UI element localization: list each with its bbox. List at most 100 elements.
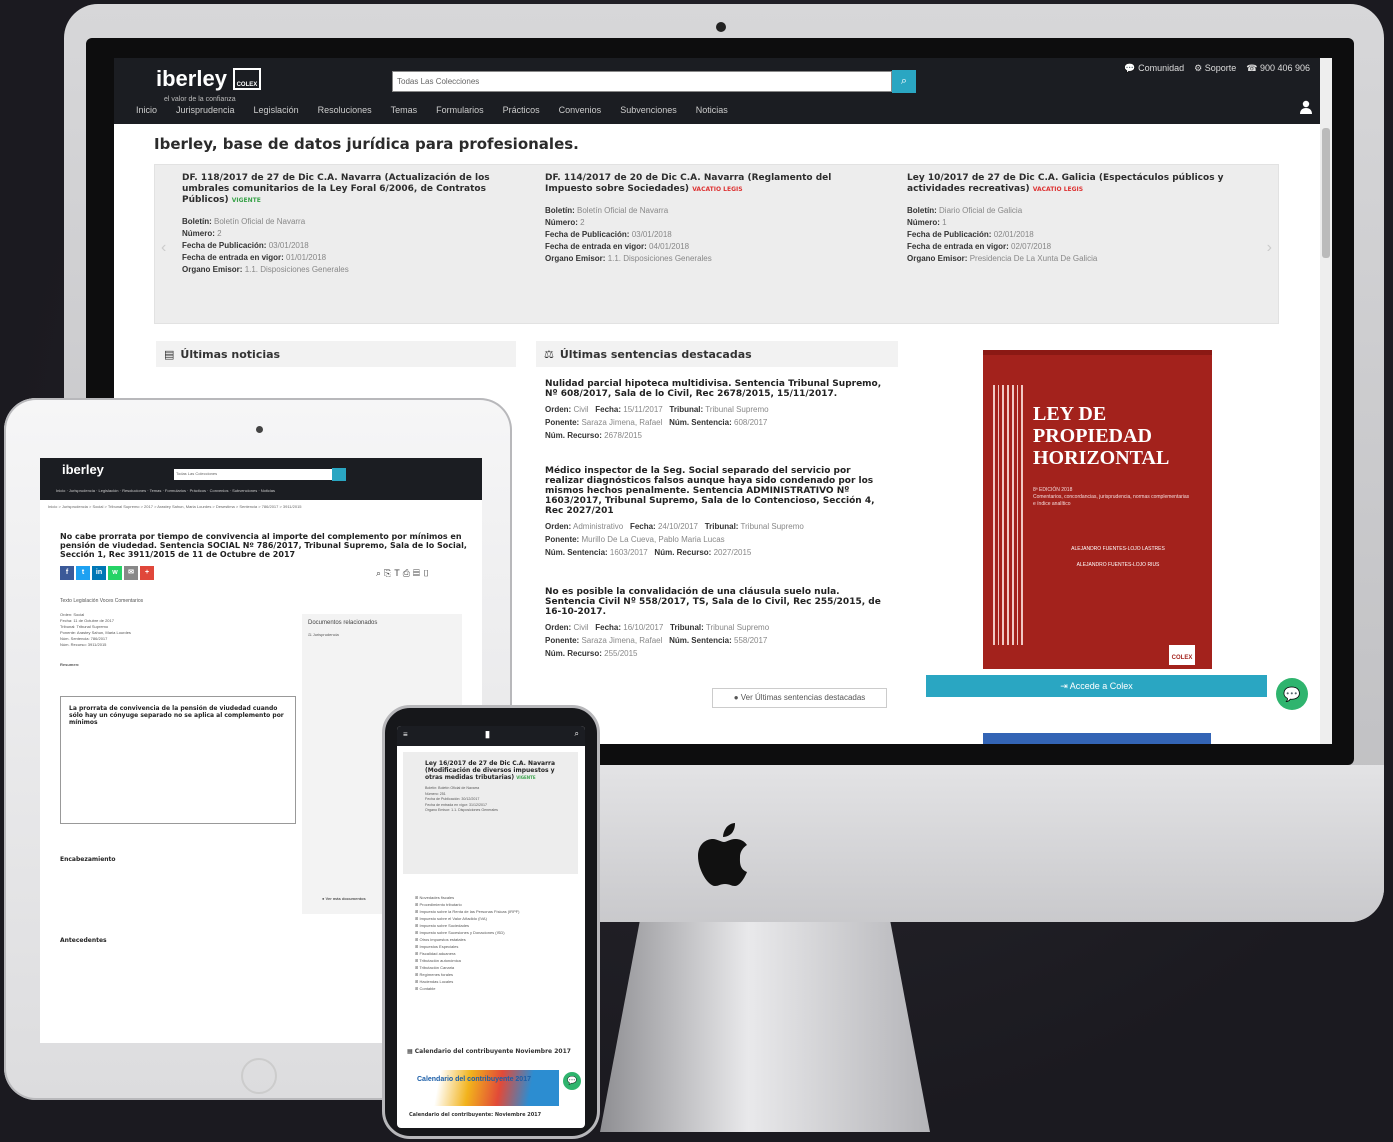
phone-link[interactable]: ☎ 900 406 906 — [1246, 63, 1310, 74]
topic-item[interactable]: ⊞ Tributación autonómica — [415, 957, 578, 964]
card-fecha-vigor: Fecha de entrada en vigor: 04/01/2018 — [545, 242, 690, 251]
carousel-card[interactable]: DF. 118/2017 de 27 de Dic C.A. Navarra (… — [182, 173, 502, 276]
topic-item[interactable]: ⊞ Impuesto sobre Sociedades — [415, 922, 578, 929]
phone-search-icon[interactable]: ⌕ — [575, 729, 579, 739]
tablet-nav-item[interactable]: Resoluciones — [122, 488, 146, 493]
nav-item-convenios[interactable]: Convenios — [559, 105, 602, 115]
nav-item-inicio[interactable]: Inicio — [136, 105, 157, 115]
tablet-nav-item[interactable]: Jurisprudencia — [69, 488, 95, 493]
tablet-search-input[interactable]: Todas Las Colecciones — [174, 469, 332, 480]
nav-item-legislacion[interactable]: Legislación — [254, 105, 299, 115]
topic-item[interactable]: ⊞ Fiscalidad aduanera — [415, 950, 578, 957]
ruling-row3: Núm. Sentencia: 1603/2017 Núm. Recurso: … — [545, 548, 752, 557]
search-button[interactable]: ⌕ — [892, 70, 916, 93]
carousel-prev-icon[interactable]: ‹ — [161, 239, 166, 257]
ruling-title[interactable]: Médico inspector de la Seg. Social separ… — [545, 466, 885, 516]
carousel-next-icon[interactable]: › — [1267, 239, 1272, 257]
zoom-icon[interactable]: ⌕ — [376, 568, 384, 578]
calendar-image[interactable]: Calendario del contribuyente 2017 — [409, 1070, 559, 1106]
search-input[interactable]: Todas Las Colecciones — [392, 71, 892, 92]
support-label: Soporte — [1204, 63, 1237, 73]
document-tabs[interactable]: Texto Legislación Voces Comentarios — [60, 598, 143, 604]
phone-carousel-card[interactable]: Ley 16/2017 de 27 de Dic C.A. Navarra (M… — [403, 752, 578, 874]
topic-list: ⊞ Novedades fiscales ⊞ Procedimiento tri… — [403, 894, 578, 992]
nav-item-practicos[interactable]: Prácticos — [503, 105, 540, 115]
tablet-nav-item[interactable]: Convenios — [210, 488, 229, 493]
topic-item[interactable]: ⊞ Impuestos Especiales — [415, 943, 578, 950]
nav-item-temas[interactable]: Temas — [391, 105, 418, 115]
newspaper-icon: ▤ — [164, 347, 175, 361]
nav-item-jurisprudencia[interactable]: Jurisprudencia — [176, 105, 235, 115]
tablet-search-button[interactable] — [332, 468, 346, 481]
calendar-caption[interactable]: Calendario del contribuyente: Noviembre … — [409, 1112, 541, 1118]
email-icon[interactable]: ✉ — [124, 566, 138, 580]
tablet-nav-item[interactable]: Subvenciones — [232, 488, 257, 493]
tablet-nav-item[interactable]: Formularios — [165, 488, 186, 493]
phone-logo-icon[interactable]: ▮ — [485, 729, 490, 740]
tablet-nav-item[interactable]: Noticias — [261, 488, 275, 493]
nav-item-formularios[interactable]: Formularios — [436, 105, 484, 115]
ruling-item[interactable]: Médico inspector de la Seg. Social separ… — [545, 466, 885, 559]
nav-item-noticias[interactable]: Noticias — [696, 105, 728, 115]
topic-item[interactable]: ⊞ Procedimiento tributario — [415, 901, 578, 908]
topic-item[interactable]: ⊞ Impuesto sobre la Renta de las Persona… — [415, 908, 578, 915]
topic-item[interactable]: ⊞ Otros impuestos estatales — [415, 936, 578, 943]
more-rulings-button[interactable]: ● Ver Últimas sentencias destacadas — [712, 688, 887, 708]
site-logo[interactable]: iberley COLEX el valor de la confianza — [156, 66, 261, 103]
tablet-logo[interactable]: iberley — [62, 462, 104, 477]
scrollbar-thumb[interactable] — [1322, 128, 1330, 258]
nav-item-subvenciones[interactable]: Subvenciones — [620, 105, 677, 115]
scrollbar[interactable] — [1320, 58, 1332, 744]
rulings-section-header: ⚖ Últimas sentencias destacadas — [536, 341, 898, 367]
user-icon[interactable] — [1300, 100, 1312, 114]
tablet-camera — [256, 426, 263, 433]
font-size-icon[interactable]: T — [394, 568, 403, 578]
nav-item-resoluciones[interactable]: Resoluciones — [318, 105, 372, 115]
ruling-title[interactable]: Nulidad parcial hipoteca multidivisa. Se… — [545, 379, 885, 399]
plus-icon[interactable]: + — [140, 566, 154, 580]
twitter-icon[interactable]: t — [76, 566, 90, 580]
tablet-nav-item[interactable]: Legislación — [98, 488, 118, 493]
topic-item[interactable]: ⊞ Impuesto sobre Sucesiones y Donaciones… — [415, 929, 578, 936]
carousel-card[interactable]: Ley 10/2017 de 27 de Dic C.A. Galicia (E… — [907, 173, 1227, 265]
copy-icon[interactable]: ⎘ — [384, 568, 394, 578]
whatsapp-icon[interactable]: w — [108, 566, 122, 580]
card-title: DF. 118/2017 de 27 de Dic C.A. Navarra (… — [182, 173, 502, 206]
save-icon[interactable]: ▤ — [413, 568, 423, 578]
book-author: ALEJANDRO FUENTES-LOJO LASTRES — [1071, 546, 1165, 552]
topic-item[interactable]: ⊞ Haciendas Locales — [415, 978, 578, 985]
card-fecha-pub: Fecha de Publicación: 03/01/2018 — [545, 230, 672, 239]
related-tab-label: Jurisprudencia — [312, 632, 339, 637]
phone-header: ≡ ▮ ⌕ — [397, 726, 585, 746]
community-link[interactable]: 💬 Comunidad — [1124, 63, 1184, 74]
tablet-nav-item[interactable]: Prácticos — [190, 488, 206, 493]
topic-item[interactable]: ⊞ Contable — [415, 985, 578, 992]
support-link[interactable]: ⚙ Soporte — [1194, 63, 1236, 74]
card-boletin: Boletín: Boletín Oficial de Navarra — [182, 217, 306, 226]
topic-item[interactable]: ⊞ Impuesto sobre el Valor Añadido (IVA) — [415, 915, 578, 922]
chat-icon[interactable]: 💬 — [1276, 678, 1308, 710]
ruling-item[interactable]: No es posible la convalidación de una cl… — [545, 587, 885, 660]
ruling-title[interactable]: No es posible la convalidación de una cl… — [545, 587, 885, 617]
accede-colex-button[interactable]: ⇥ Accede a Colex — [926, 675, 1267, 697]
topic-item[interactable]: ⊞ Regímenes forales — [415, 971, 578, 978]
topic-item[interactable]: ⊞ Novedades fiscales — [415, 894, 578, 901]
book-cover-ad[interactable]: LEY DE PROPIEDAD HORIZONTAL 8ª EDICIÓN 2… — [983, 350, 1212, 669]
linkedin-icon[interactable]: in — [92, 566, 106, 580]
hamburger-menu-icon[interactable]: ≡ — [403, 730, 408, 739]
topic-item[interactable]: ⊞ Tributación Canaria — [415, 964, 578, 971]
facebook-icon[interactable]: f — [60, 566, 74, 580]
breadcrumb[interactable]: Inicio > Jurisprudencia > Social > Tribu… — [48, 503, 468, 510]
carousel-card[interactable]: DF. 114/2017 de 20 de Dic C.A. Navarra (… — [545, 173, 865, 265]
tablet-nav-item[interactable]: Inicio — [56, 488, 65, 493]
pdf-icon[interactable]: ▯ — [423, 568, 433, 578]
ruling-row2: Ponente: Saraza Jimena, Rafael Núm. Sent… — [545, 418, 768, 427]
ruling-item[interactable]: Nulidad parcial hipoteca multidivisa. Se… — [545, 379, 885, 442]
tablet-header: iberley Todas Las Colecciones Inicio · J… — [40, 458, 482, 500]
ruling-row2: Ponente: Murillo De La Cueva, Pablo Mari… — [545, 535, 725, 544]
calendar-heading-text: Calendario del contribuyente Noviembre 2… — [414, 1048, 571, 1055]
tablet-nav-item[interactable]: Temas — [150, 488, 162, 493]
related-tab-jurisprudencia[interactable]: ⚖ Jurisprudencia — [308, 632, 456, 638]
phone-chat-icon[interactable]: 💬 — [563, 1072, 581, 1090]
print-icon[interactable]: ⎙ — [403, 568, 413, 578]
